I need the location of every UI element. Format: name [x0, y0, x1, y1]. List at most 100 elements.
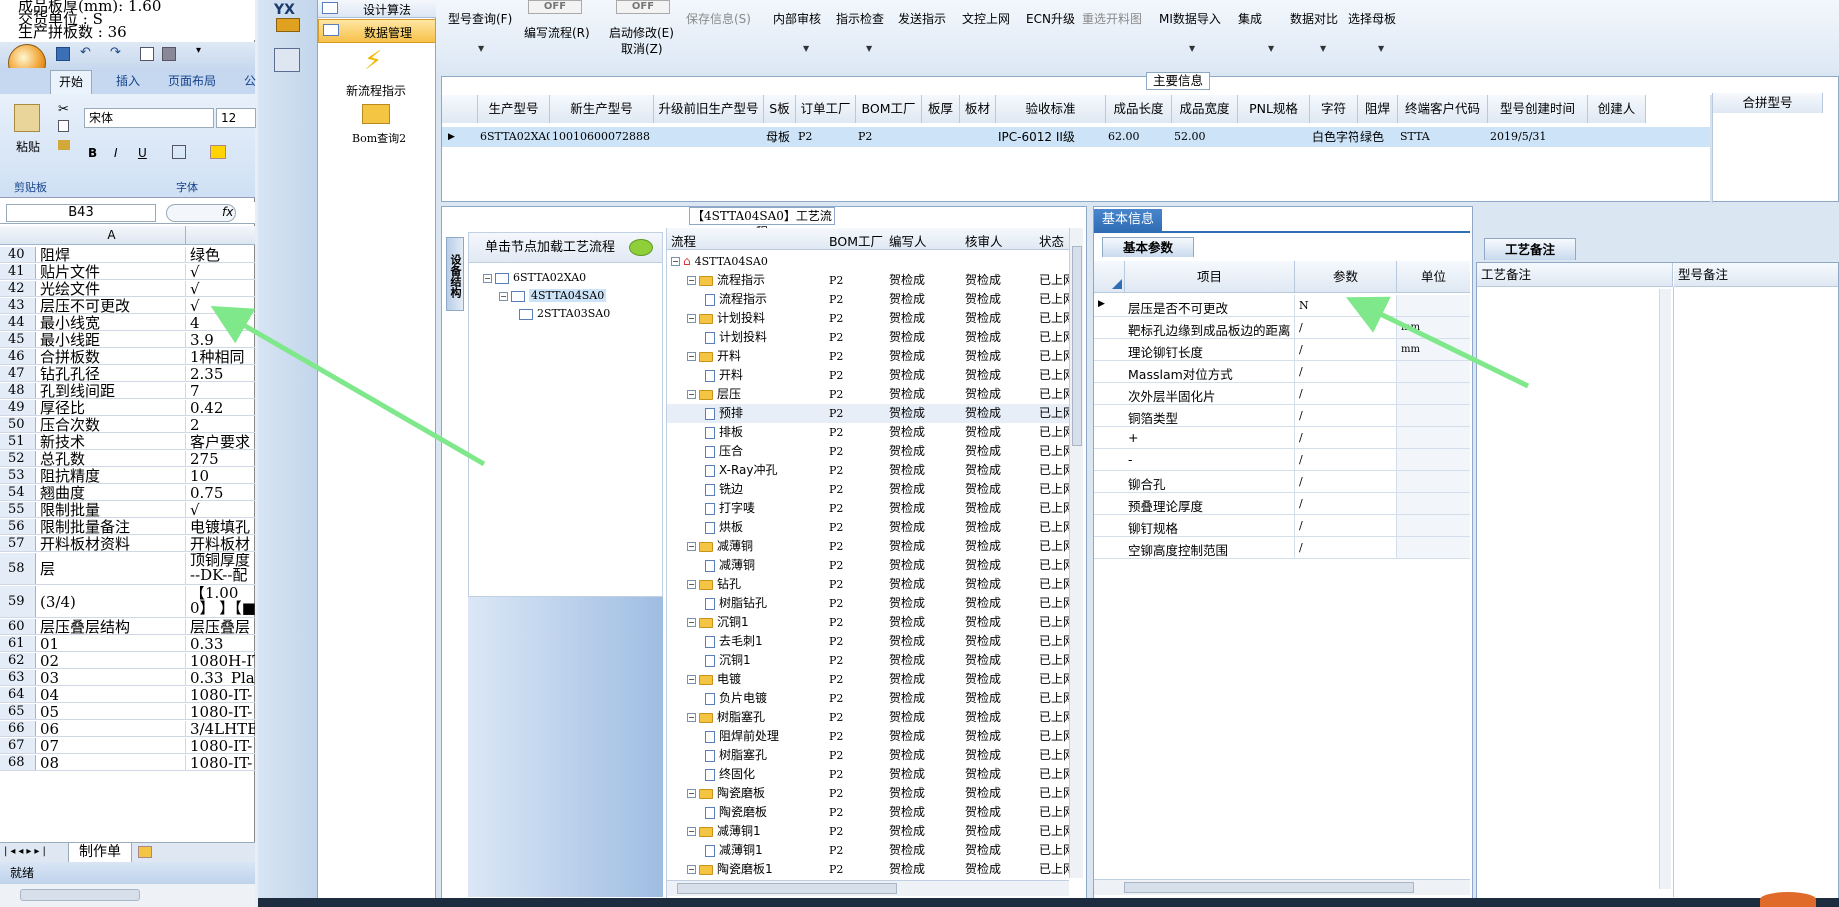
column-header[interactable]: 型号创建时间: [1488, 95, 1588, 123]
collapse-icon[interactable]: −: [687, 276, 696, 285]
cell-b[interactable]: 0.75: [188, 485, 255, 500]
undo-icon[interactable]: ↶: [80, 45, 91, 60]
sheet-row[interactable]: 47 钻孔孔径 2.35: [0, 366, 255, 383]
process-row[interactable]: 树脂钻孔 P2 贺检成 贺检成 已上网: [667, 594, 1069, 613]
save-icon[interactable]: [56, 47, 70, 61]
column-header[interactable]: 板厚: [922, 95, 960, 123]
basic-param-row[interactable]: 铜箔类型 /: [1094, 405, 1470, 427]
toolbar-button[interactable]: 数据对比: [1290, 10, 1338, 27]
sheet-row[interactable]: 63 03 0.33_Pla: [0, 669, 255, 686]
cell-a[interactable]: 06: [38, 720, 186, 736]
cell-a[interactable]: 光绘文件: [38, 281, 186, 297]
collapse-icon[interactable]: −: [687, 865, 696, 874]
toolbar-button[interactable]: 编写流程(R): [524, 24, 590, 41]
param-value[interactable]: /: [1294, 317, 1396, 338]
sheet-row[interactable]: 68 08 1080-IT-: [0, 754, 255, 771]
basic-param-row[interactable]: ▶ 层压是否不可更改 N: [1094, 295, 1470, 317]
toolbar-button[interactable]: 内部审核: [773, 10, 821, 27]
cell-a[interactable]: 层压叠层结构: [38, 618, 186, 634]
process-row[interactable]: 终固化 P2 贺检成 贺检成 已上网: [667, 765, 1069, 784]
cell-a[interactable]: 孔到线间距: [38, 383, 186, 399]
cell-b[interactable]: 【1.000】 】【■■: [188, 586, 255, 617]
param-value[interactable]: /: [1294, 383, 1396, 404]
collapse-icon[interactable]: −: [687, 390, 696, 399]
basic-param-row[interactable]: 空铆高度控制范围 /: [1094, 537, 1470, 559]
sheet-row[interactable]: 48 孔到线间距 7: [0, 383, 255, 400]
new-sheet-icon[interactable]: [138, 846, 152, 858]
paste-icon[interactable]: [14, 104, 40, 132]
basic-param-row[interactable]: - /: [1094, 449, 1470, 471]
toolbar-button[interactable]: 启动修改(E): [609, 24, 674, 41]
process-row[interactable]: 沉铜1 P2 贺检成 贺检成 已上网: [667, 651, 1069, 670]
cell-b[interactable]: 绿色: [188, 247, 255, 262]
dropdown-arrow-icon[interactable]: ▼: [866, 44, 872, 53]
dropdown-arrow-icon[interactable]: ▼: [478, 44, 484, 53]
grid-cell[interactable]: 2019/5/31: [1488, 127, 1588, 147]
row-number[interactable]: 61: [0, 635, 36, 651]
dropdown-arrow-icon[interactable]: ▼: [1189, 44, 1195, 53]
process-row[interactable]: 铣边 P2 贺检成 贺检成 已上网: [667, 480, 1069, 499]
process-row[interactable]: 减薄铜1 P2 贺检成 贺检成 已上网: [667, 841, 1069, 860]
param-value[interactable]: /: [1294, 361, 1396, 382]
sheet-row[interactable]: 60 层压叠层结构 层压叠层: [0, 618, 255, 635]
tab-process-notes[interactable]: 工艺备注: [1484, 238, 1576, 260]
cell-a[interactable]: 翘曲度: [38, 485, 186, 501]
dropdown-arrow-icon[interactable]: ▼: [1268, 44, 1274, 53]
column-header[interactable]: 成品长度: [1106, 95, 1172, 123]
sheet-row[interactable]: 65 05 1080-IT-: [0, 703, 255, 720]
process-row[interactable]: 预排 P2 贺检成 贺检成 已上网: [667, 404, 1069, 423]
tree-node[interactable]: 2STTA03SA0: [519, 307, 659, 325]
main-info-data-row[interactable]: ▶ 6STTA02XA0 10010600072888 母板 P2 P2 IPC-6012 …: [442, 127, 1712, 147]
calculator-icon[interactable]: [274, 48, 300, 72]
cell-a[interactable]: 新技术: [38, 434, 186, 450]
sheet-row[interactable]: 67 07 1080-IT-: [0, 737, 255, 754]
collapse-icon[interactable]: −: [687, 618, 696, 627]
sheet-row[interactable]: 43 层压不可更改 √: [0, 298, 255, 315]
grid-cell[interactable]: 绿色: [1358, 127, 1398, 147]
row-number[interactable]: 45: [0, 332, 36, 348]
param-value[interactable]: /: [1294, 515, 1396, 536]
process-row[interactable]: 陶瓷磨板 P2 贺检成 贺检成 已上网: [667, 803, 1069, 822]
cell-a[interactable]: 厚径比: [38, 400, 186, 416]
basic-column-header[interactable]: 单位: [1396, 261, 1470, 293]
underline-button[interactable]: U: [138, 146, 147, 160]
param-value[interactable]: /: [1294, 427, 1396, 448]
grid-cell[interactable]: 白色字符: [1310, 127, 1358, 147]
cell-b[interactable]: 0.42: [188, 400, 255, 415]
column-header[interactable]: BOM工厂: [856, 95, 922, 123]
process-row[interactable]: − 减薄铜 P2 贺检成 贺检成 已上网: [667, 537, 1069, 556]
cell-a[interactable]: 07: [38, 737, 186, 753]
row-number[interactable]: 64: [0, 686, 36, 702]
row-number[interactable]: 44: [0, 315, 36, 331]
paste-button[interactable]: 粘贴: [16, 138, 40, 155]
sheet-row[interactable]: 40 阻焊 绿色: [0, 247, 255, 264]
cell-b[interactable]: 开料板材: [188, 536, 255, 551]
collapse-icon[interactable]: −: [687, 789, 696, 798]
grid-cell[interactable]: 6STTA02XA0: [478, 127, 550, 147]
cell-b[interactable]: √: [188, 264, 255, 279]
name-box[interactable]: B43: [6, 204, 156, 222]
grid-cell[interactable]: [922, 127, 960, 147]
font-size-select[interactable]: 12: [216, 108, 256, 128]
basic-param-row[interactable]: 理论铆钉长度 / mm: [1094, 339, 1470, 361]
process-row-root[interactable]: − ⌂ 4STTA04SA0: [667, 252, 1069, 271]
sheet-row[interactable]: 62021080H-IT: [0, 652, 255, 669]
tree-node-selected[interactable]: −4STTA04SA0: [499, 289, 659, 307]
sheet-row[interactable]: 58 层顶铜厚度 --DK--配: [0, 553, 255, 585]
cell-b[interactable]: 4: [188, 315, 255, 330]
cell-a[interactable]: 01: [38, 635, 186, 651]
vertical-scrollbar[interactable]: [1069, 228, 1083, 878]
column-header[interactable]: 生产型号: [478, 95, 550, 123]
collapse-icon[interactable]: −: [687, 580, 696, 589]
param-value[interactable]: /: [1294, 449, 1396, 470]
grid-cell[interactable]: [654, 127, 764, 147]
nav-item-data-management[interactable]: 数据管理: [318, 19, 436, 43]
tree-node[interactable]: −6STTA02XA0: [483, 271, 659, 289]
cell-b[interactable]: 0.33: [188, 636, 255, 651]
toolbar-button[interactable]: 发送指示: [898, 10, 946, 27]
process-row[interactable]: 流程指示 P2 贺检成 贺检成 已上网: [667, 290, 1069, 309]
sheet-row[interactable]: 52 总孔数 275: [0, 451, 255, 468]
toolbar-button[interactable]: MI数据导入: [1159, 10, 1221, 27]
column-header[interactable]: 验收标准: [996, 95, 1106, 123]
cell-a[interactable]: 压合次数: [38, 417, 186, 433]
